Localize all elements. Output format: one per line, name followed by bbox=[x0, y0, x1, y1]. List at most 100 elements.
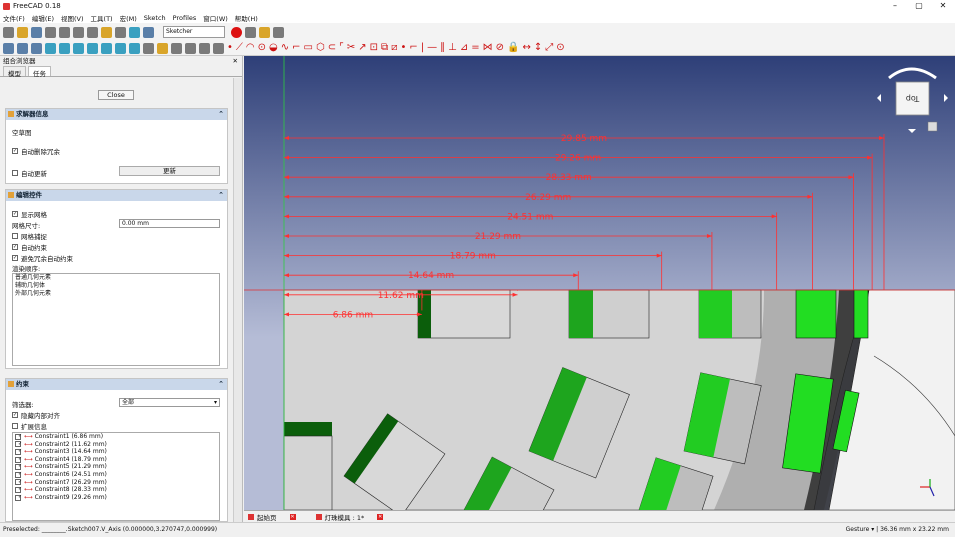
distance-constraint-icon[interactable]: ⤢ bbox=[545, 42, 553, 54]
list-item[interactable]: 外部几何元素 bbox=[13, 290, 219, 298]
left-view-icon[interactable] bbox=[129, 42, 140, 54]
construction-mode-icon[interactable]: ⧄ bbox=[391, 42, 397, 54]
dimension-arrow-icon[interactable] bbox=[878, 136, 884, 140]
auto-update-checkbox[interactable]: 自动更新 bbox=[12, 168, 47, 178]
list-item[interactable]: 辅助几何体 bbox=[13, 282, 219, 290]
mini-cube-icon[interactable] bbox=[927, 121, 938, 132]
circle-tool-icon[interactable]: ⊙ bbox=[258, 42, 266, 54]
menu-view[interactable]: 视图(V) bbox=[61, 13, 84, 23]
copy-icon[interactable] bbox=[73, 26, 84, 38]
list-item[interactable]: ✓ ⟷ Constraint7 (26.29 mm) bbox=[13, 479, 219, 487]
close-sketch-button[interactable]: Close bbox=[98, 90, 134, 100]
list-item[interactable]: 普通几何元素 bbox=[13, 274, 219, 282]
dimension-label[interactable]: 18.79 mm bbox=[450, 252, 496, 262]
nav-left-arrow-icon[interactable] bbox=[877, 94, 881, 102]
macro-record-icon[interactable] bbox=[231, 26, 242, 38]
grid-size-input[interactable]: 0.00 mm bbox=[119, 219, 220, 228]
line-tool-icon[interactable]: ⟋ bbox=[236, 42, 243, 54]
hide-internal-checkbox[interactable]: ✓ 隐藏内部对齐 bbox=[12, 410, 60, 420]
equal-constraint-icon[interactable]: = bbox=[471, 42, 479, 54]
dimension-label[interactable]: 24.51 mm bbox=[507, 212, 553, 222]
auto-remove-redundant-checkbox[interactable]: ✓ 自动删除冗余 bbox=[12, 146, 60, 156]
vertical-constraint-icon[interactable]: | bbox=[421, 42, 424, 54]
auto-constraints-checkbox[interactable]: ✓ 自动约束 bbox=[12, 242, 47, 252]
workbench-selector[interactable]: Sketcher bbox=[163, 26, 225, 38]
conic-tool-icon[interactable]: ◒ bbox=[269, 42, 278, 54]
macro-run-icon[interactable] bbox=[273, 26, 284, 38]
fit-selection-icon[interactable] bbox=[17, 42, 28, 54]
new-sketch-icon[interactable] bbox=[157, 42, 168, 54]
constraints-header[interactable]: 约束 ⌃ bbox=[6, 379, 227, 390]
solver-info-header[interactable]: 求解器信息 ⌃ bbox=[6, 109, 227, 120]
trim-tool-icon[interactable]: ✂ bbox=[347, 42, 355, 54]
dimension-arrow-icon[interactable] bbox=[284, 175, 289, 180]
edit-controls-header[interactable]: 编辑控件 ⌃ bbox=[6, 190, 227, 201]
check-icon[interactable]: ✓ bbox=[15, 441, 22, 448]
dimension-arrow-icon[interactable] bbox=[807, 194, 813, 199]
dimension-label[interactable]: 29.85 mm bbox=[561, 134, 607, 144]
menu-profiles[interactable]: Profiles bbox=[173, 14, 197, 22]
rectangle-tool-icon[interactable]: ▭ bbox=[304, 42, 313, 54]
minimize-button[interactable]: – bbox=[883, 0, 907, 12]
bottom-view-icon[interactable] bbox=[115, 42, 126, 54]
save-icon[interactable] bbox=[31, 26, 42, 38]
macro-edit-icon[interactable] bbox=[259, 26, 270, 38]
rear-view-icon[interactable] bbox=[101, 42, 112, 54]
redo-icon[interactable] bbox=[115, 26, 126, 38]
extended-info-checkbox[interactable]: 扩展信息 bbox=[12, 421, 47, 431]
top-view-icon[interactable] bbox=[73, 42, 84, 54]
constraints-list[interactable]: ✓ ⟷ Constraint1 (6.86 mm) ✓ ⟷ Constraint2 (1… bbox=[12, 432, 220, 521]
view-sketch-icon[interactable] bbox=[185, 42, 196, 54]
show-grid-checkbox[interactable]: ✓ 显示网格 bbox=[12, 209, 47, 219]
nav-right-arrow-icon[interactable] bbox=[944, 94, 948, 102]
dimension-label[interactable]: 26.29 mm bbox=[525, 193, 571, 203]
check-icon[interactable]: ✓ bbox=[15, 494, 22, 501]
menu-file[interactable]: 文件(F) bbox=[3, 13, 25, 23]
radius-constraint-icon[interactable]: ⊙ bbox=[556, 42, 564, 54]
tab-document[interactable]: 灯珠模具 : 1* ✕ bbox=[315, 512, 394, 522]
list-item[interactable]: ✓ ⟷ Constraint8 (28.33 mm) bbox=[13, 486, 219, 494]
fillet-tool-icon[interactable]: ⌜ bbox=[339, 42, 344, 54]
perpendicular-constraint-icon[interactable]: ⊥ bbox=[448, 42, 457, 54]
close-button[interactable]: ✕ bbox=[931, 0, 955, 12]
panel-scrollbar[interactable] bbox=[233, 78, 242, 522]
dimension-label[interactable]: 28.33 mm bbox=[546, 173, 592, 183]
nav-cube[interactable]: Top bbox=[877, 67, 948, 133]
refresh-icon[interactable] bbox=[129, 26, 140, 38]
menu-macro[interactable]: 宏(M) bbox=[120, 13, 137, 23]
vertical-distance-icon[interactable]: ↕ bbox=[534, 42, 542, 54]
grid-snap-checkbox[interactable]: 网格捕捉 bbox=[12, 231, 47, 241]
dimension-arrow-icon[interactable] bbox=[706, 234, 712, 238]
dimension-arrow-icon[interactable] bbox=[656, 253, 662, 258]
filter-select[interactable]: 全部 ▾ bbox=[119, 398, 220, 407]
carbon-copy-icon[interactable]: ⧉ bbox=[381, 42, 388, 54]
panel-close-icon[interactable]: ✕ bbox=[233, 56, 238, 66]
arc-tool-icon[interactable]: ◠ bbox=[246, 42, 255, 54]
navigation-style-selector[interactable]: Gesture ▾ bbox=[846, 526, 875, 533]
macro-stop-icon[interactable] bbox=[245, 26, 256, 38]
dimension-arrow-icon[interactable] bbox=[867, 155, 873, 160]
slot-tool-icon[interactable]: ⊂ bbox=[328, 42, 336, 54]
nav-down-arrow-icon[interactable] bbox=[908, 129, 916, 133]
menu-help[interactable]: 帮助(H) bbox=[235, 13, 258, 23]
rotate-arc-icon[interactable] bbox=[888, 67, 937, 80]
parallel-constraint-icon[interactable]: ∥ bbox=[440, 42, 445, 54]
save-as-icon[interactable] bbox=[45, 26, 56, 38]
open-file-icon[interactable] bbox=[17, 26, 28, 38]
lock-constraint-icon[interactable]: 🔒 bbox=[507, 42, 519, 54]
tab-start-page[interactable]: 起始页 ✕ bbox=[248, 512, 306, 522]
collapse-icon[interactable]: ⌃ bbox=[218, 109, 224, 120]
list-item[interactable]: ✓ ⟷ Constraint6 (24.51 mm) bbox=[13, 471, 219, 479]
isometric-view-icon[interactable] bbox=[45, 42, 56, 54]
right-view-icon[interactable] bbox=[87, 42, 98, 54]
map-sketch-icon[interactable] bbox=[199, 42, 210, 54]
dimension-arrow-icon[interactable] bbox=[284, 214, 289, 219]
point-tool-icon[interactable]: • bbox=[227, 42, 233, 54]
undo-icon[interactable] bbox=[101, 26, 112, 38]
check-icon[interactable]: ✓ bbox=[15, 433, 22, 440]
close-tab-icon[interactable]: ✕ bbox=[289, 513, 296, 520]
coincident-constraint-icon[interactable]: • bbox=[401, 42, 407, 54]
whats-this-icon[interactable] bbox=[143, 26, 154, 38]
list-item[interactable]: ✓ ⟷ Constraint1 (6.86 mm) bbox=[13, 433, 219, 441]
tab-tasks[interactable]: 任务 bbox=[28, 66, 51, 78]
